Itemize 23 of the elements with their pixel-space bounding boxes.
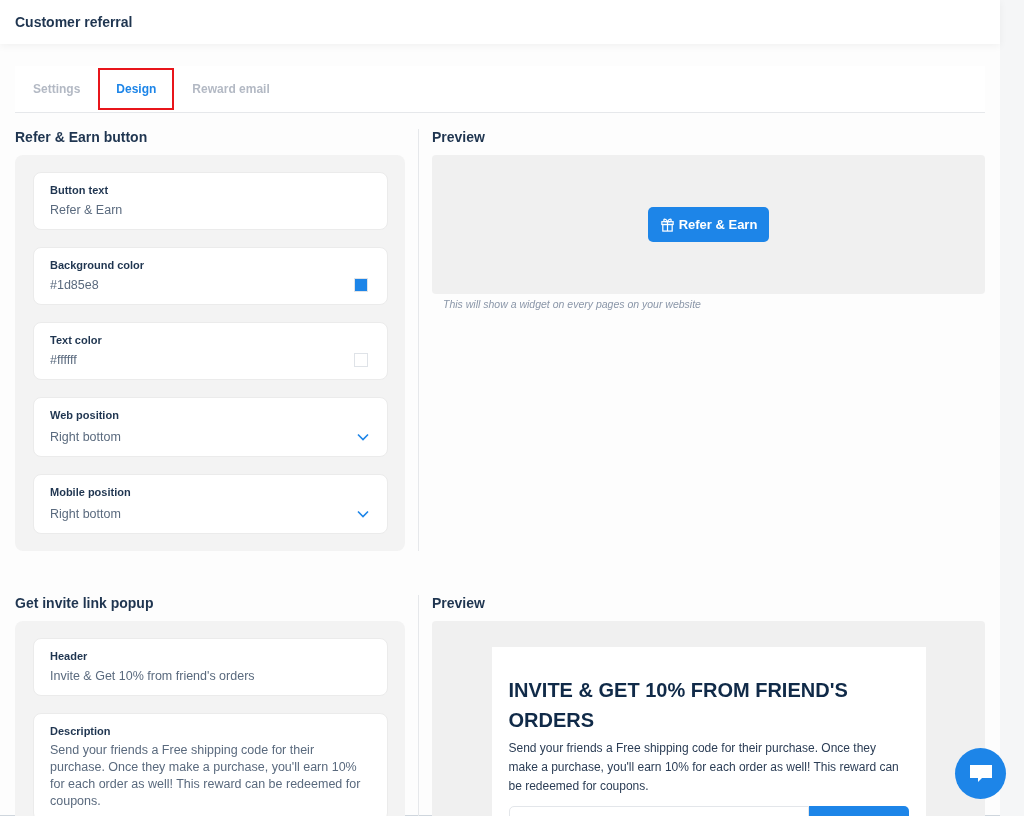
- input-field[interactable]: Button text Refer & Earn: [33, 172, 388, 230]
- chat-icon: [967, 762, 994, 785]
- gift-icon: [659, 217, 675, 232]
- input-field[interactable]: Description Send your friends a Free shipping code for their purchase. Once they make a purchase, you'll earn 10% for each order as well! This reward can be redeemed for coupons.: [33, 713, 388, 816]
- chevron-down-icon: [357, 433, 369, 441]
- popup-description: Send your friends a Free shipping code for their purchase. Once they make a purchase, you'll earn 10% for each order as well! This reward can be redeemed for coupons.: [508, 740, 900, 795]
- tab[interactable]: Design: [98, 68, 175, 110]
- input-field[interactable]: Text color #ffffff: [33, 322, 388, 380]
- input-field[interactable]: Mobile position Right bottom: [33, 474, 388, 534]
- section-title: Preview: [432, 129, 486, 147]
- section-title: Preview: [432, 595, 486, 613]
- page-title: Customer referral: [15, 14, 133, 30]
- input-field[interactable]: Web position Right bottom: [33, 397, 388, 457]
- color-swatch[interactable]: [354, 353, 368, 367]
- input-field[interactable]: Background color #1d85e8: [33, 247, 388, 305]
- refer-earn-button[interactable]: Refer & Earn: [647, 207, 770, 242]
- color-swatch[interactable]: [354, 278, 368, 292]
- section-title: Get invite link popup: [15, 595, 155, 613]
- chevron-down-icon: [357, 510, 369, 518]
- input-field[interactable]: Header Invite & Get 10% from friend's orders: [33, 638, 388, 696]
- section-title: Refer & Earn button: [15, 129, 149, 147]
- popup-heading: INVITE & GET 10% FROM FRIEND'S ORDERS: [508, 678, 849, 733]
- preview-caption: This will show a widget on every pages on your website: [442, 297, 702, 312]
